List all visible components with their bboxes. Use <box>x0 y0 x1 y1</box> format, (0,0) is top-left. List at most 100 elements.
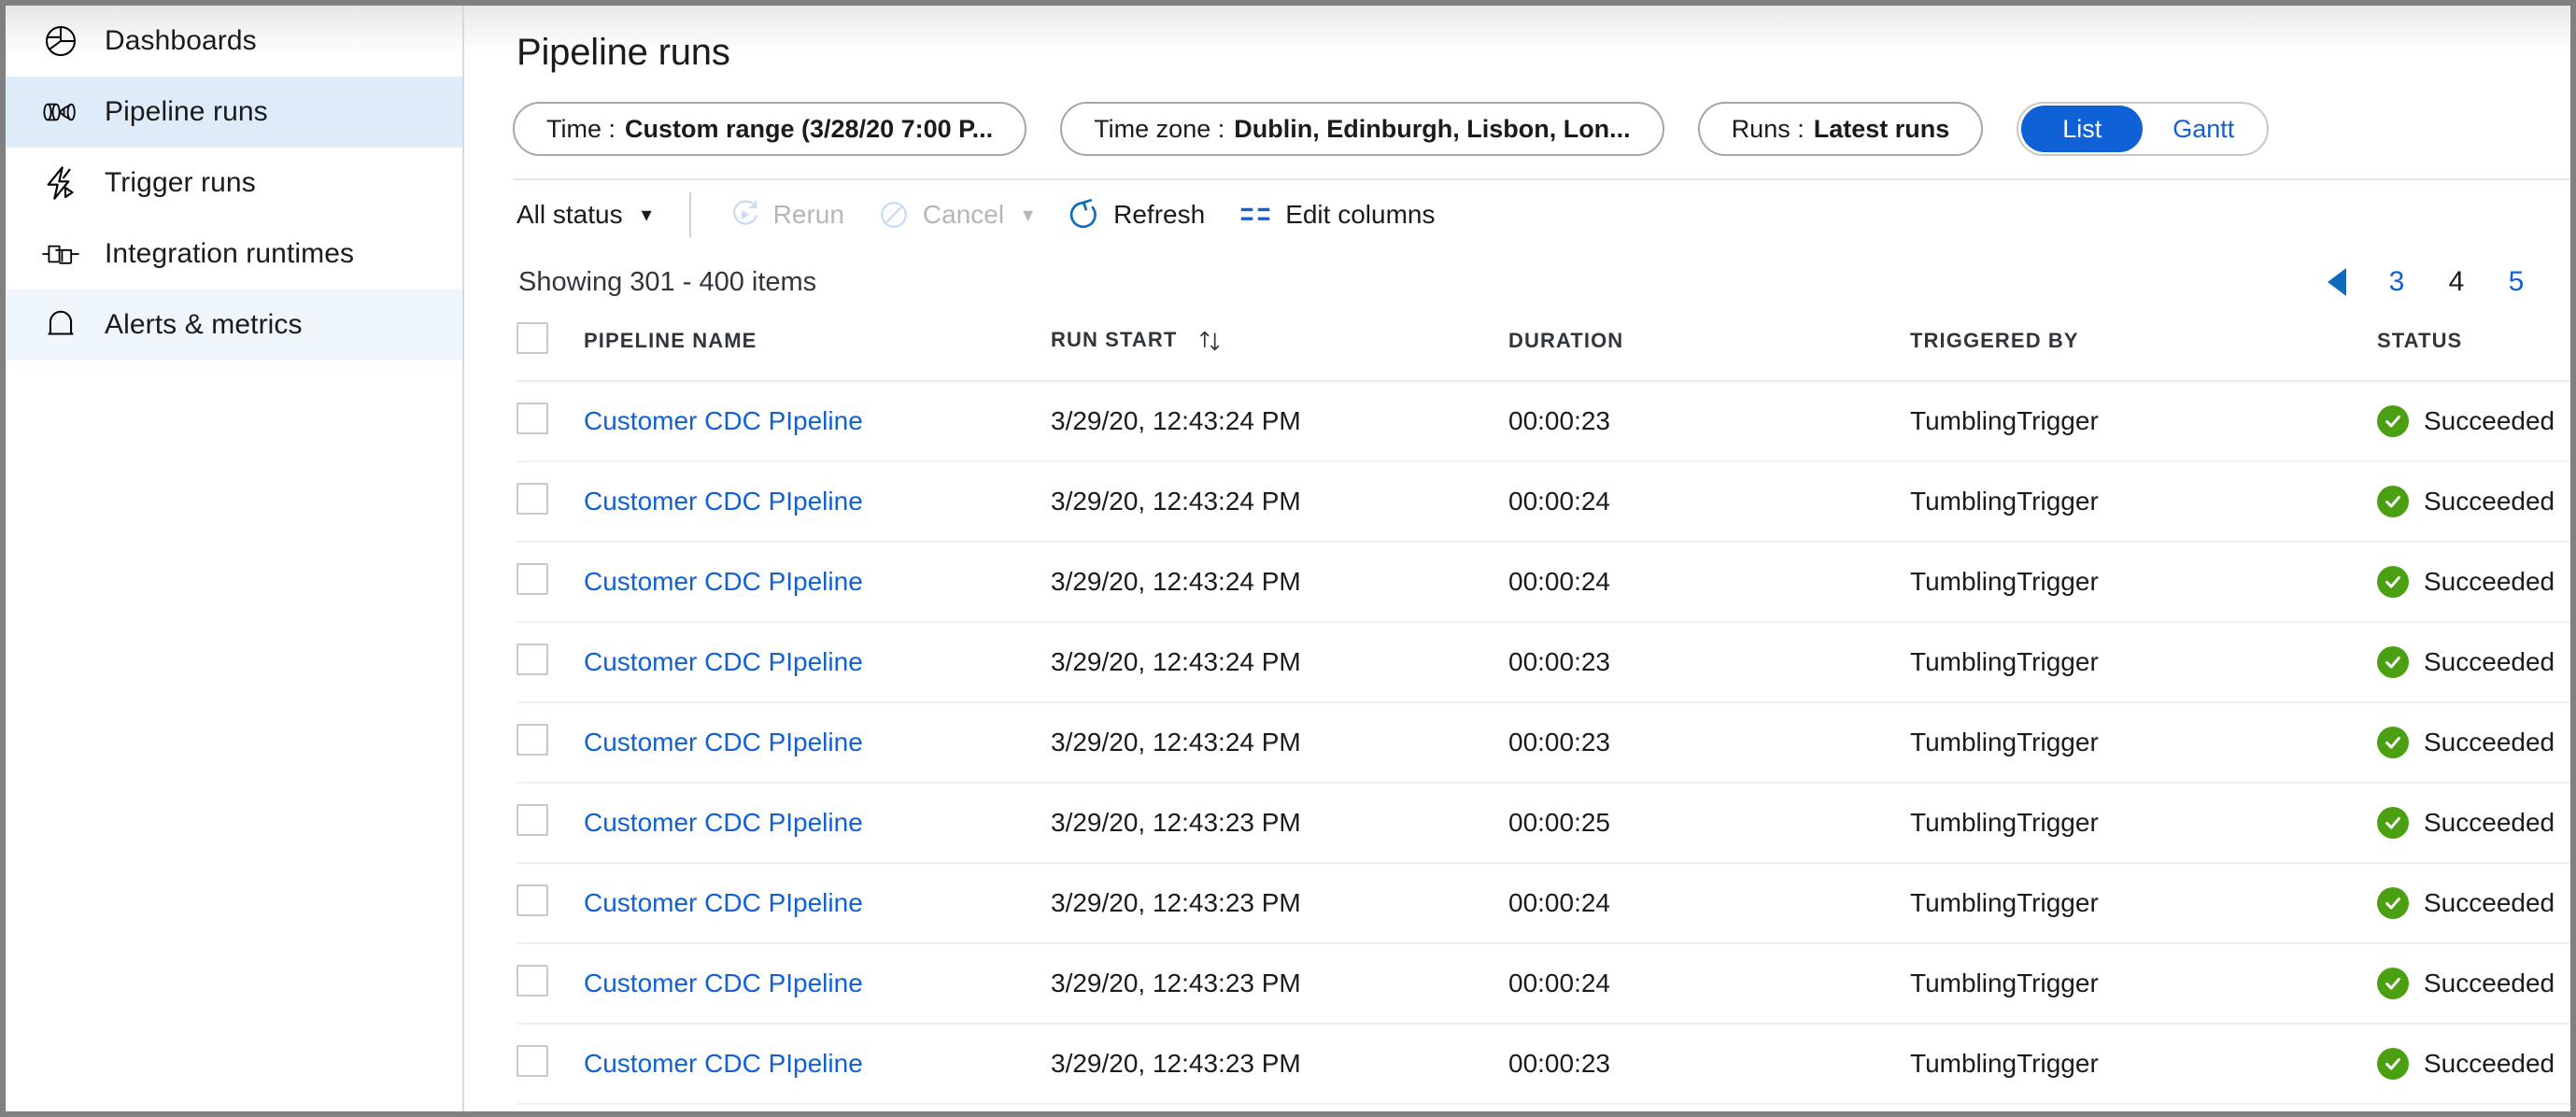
table-row[interactable]: Customer CDC PIpeline 3/29/20, 12:43:23 P… <box>517 783 2570 864</box>
row-checkbox[interactable] <box>517 402 548 434</box>
cell-pipeline-name: Customer CDC PIpeline <box>584 381 1051 462</box>
rerun-label: Rerun <box>772 200 844 229</box>
time-zone-filter-key: Time zone : <box>1094 114 1225 143</box>
pipeline-name-link[interactable]: Customer CDC PIpeline <box>584 487 863 516</box>
cell-status: Succeeded <box>2377 863 2570 944</box>
chevron-left-icon[interactable] <box>2328 268 2346 296</box>
integration-runtime-icon <box>41 234 80 274</box>
column-header-status[interactable]: STATUS <box>2377 311 2570 382</box>
cell-triggered-by: TumblingTrigger <box>1910 943 2377 1025</box>
cell-duration: 00:00:24 <box>1508 542 1910 623</box>
column-header-run-start-label: RUN START <box>1051 327 1178 351</box>
row-select-cell <box>517 863 584 944</box>
sidebar-item-label: Integration runtimes <box>105 238 355 269</box>
view-toggle-list[interactable]: List <box>2021 106 2144 152</box>
sidebar-item-dashboards[interactable]: Dashboards <box>6 6 462 77</box>
row-checkbox[interactable] <box>517 723 548 756</box>
table-row[interactable]: Customer CDC PIpeline 3/29/20, 12:43:24 P… <box>517 461 2570 543</box>
cell-run-start: 3/29/20, 12:43:23 PM <box>1051 863 1508 944</box>
row-select-cell <box>517 943 584 1025</box>
table-body: Customer CDC PIpeline 3/29/20, 12:43:24 P… <box>517 381 2570 1111</box>
row-select-cell <box>517 542 584 623</box>
row-checkbox[interactable] <box>517 1044 548 1077</box>
pipeline-name-link[interactable]: Customer CDC PIpeline <box>584 647 863 676</box>
cell-triggered-by: TumblingTrigger <box>1910 622 2377 703</box>
status-label: Succeeded <box>2424 647 2555 676</box>
cell-triggered-by: TumblingTrigger <box>1910 542 2377 623</box>
success-check-icon <box>2377 405 2409 437</box>
row-checkbox[interactable] <box>517 643 548 675</box>
all-status-dropdown[interactable]: All status ▾ <box>517 189 669 241</box>
select-all-checkbox[interactable] <box>517 322 548 354</box>
sidebar-item-alerts-metrics[interactable]: Alerts & metrics <box>6 290 462 361</box>
rerun-button: Rerun <box>712 189 861 241</box>
chevron-down-icon: ▾ <box>641 203 652 226</box>
pipeline-name-link[interactable]: Customer CDC PIpeline <box>584 888 863 917</box>
column-header-pipeline-name[interactable]: PIPELINE NAME <box>584 311 1051 382</box>
filter-bar: Time : Custom range (3/28/20 7:00 P... T… <box>464 74 2570 156</box>
page-number-5[interactable]: 5 <box>2507 266 2526 298</box>
page-number-4: 4 <box>2448 266 2465 297</box>
sidebar-item-pipeline-runs[interactable]: Pipeline runs <box>6 77 462 148</box>
toolbar-divider <box>688 192 691 237</box>
pipeline-name-link[interactable]: Customer CDC PIpeline <box>584 567 863 596</box>
sidebar-item-label: Trigger runs <box>105 167 256 198</box>
row-checkbox[interactable] <box>517 562 548 595</box>
view-toggle-gantt[interactable]: Gantt <box>2143 106 2264 152</box>
cell-triggered-by: TumblingTrigger <box>1910 783 2377 864</box>
column-header-duration[interactable]: DURATION <box>1508 311 1910 382</box>
cell-status: Succeeded <box>2377 542 2570 623</box>
row-checkbox[interactable] <box>517 803 548 836</box>
status-label: Succeeded <box>2424 808 2555 837</box>
pipeline-name-link[interactable]: Customer CDC PIpeline <box>584 808 863 837</box>
status-label: Succeeded <box>2424 487 2555 516</box>
time-zone-filter-pill[interactable]: Time zone : Dublin, Edinburgh, Lisbon, L… <box>1060 102 1664 156</box>
cell-status: Succeeded <box>2377 1104 2570 1111</box>
cell-run-start: 3/29/20, 12:43:24 PM <box>1051 381 1508 462</box>
sidebar-item-integration-runtimes[interactable]: Integration runtimes <box>6 219 462 290</box>
edit-columns-label: Edit columns <box>1285 200 1436 229</box>
row-checkbox[interactable] <box>517 482 548 515</box>
pipeline-runs-window: Dashboards Pipeline runs Trigger runs In… <box>0 0 2576 1117</box>
edit-columns-icon <box>1238 201 1272 229</box>
table-row[interactable]: Customer CDC PIpeline 3/29/20, 12:43:24 P… <box>517 702 2570 784</box>
cell-pipeline-name: Customer CDC PIpeline <box>584 622 1051 703</box>
page-number-3[interactable]: 3 <box>2387 266 2406 298</box>
pipeline-name-link[interactable]: Customer CDC PIpeline <box>584 969 863 997</box>
time-filter-pill[interactable]: Time : Custom range (3/28/20 7:00 P... <box>513 102 1027 156</box>
row-select-cell <box>517 1024 584 1105</box>
sidebar-item-trigger-runs[interactable]: Trigger runs <box>6 148 462 219</box>
table-row[interactable]: Customer CDC PIpeline 3/29/20, 12:43:23 P… <box>517 943 2570 1025</box>
table-row[interactable]: Customer CDC PIpeline 3/29/20, 12:43:23 P… <box>517 863 2570 944</box>
runs-filter-pill[interactable]: Runs : Latest runs <box>1697 102 1984 156</box>
cell-triggered-by: TumblingTrigger <box>1910 461 2377 543</box>
cell-duration: 00:00:23 <box>1508 622 1910 703</box>
table-row[interactable]: Customer CDC PIpeline 3/29/20, 12:43:23 P… <box>517 1024 2570 1105</box>
success-check-icon <box>2377 968 2409 999</box>
cell-pipeline-name: Customer CDC PIpeline <box>584 461 1051 543</box>
pipeline-name-link[interactable]: Customer CDC PIpeline <box>584 1049 863 1078</box>
cancel-button: Cancel ▾ <box>861 189 1050 241</box>
column-header-triggered-by[interactable]: TRIGGERED BY <box>1910 311 2377 382</box>
row-checkbox[interactable] <box>517 884 548 916</box>
status-label: Succeeded <box>2424 728 2555 756</box>
row-checkbox[interactable] <box>517 964 548 997</box>
cell-pipeline-name: Customer CDC PIpeline <box>584 863 1051 944</box>
all-status-label: All status <box>517 200 623 229</box>
time-zone-filter-value: Dublin, Edinburgh, Lisbon, Lon... <box>1234 114 1631 143</box>
table-row[interactable]: Customer CDC PIpeline 3/29/20, 12:43:24 P… <box>517 622 2570 703</box>
pipeline-name-link[interactable]: Customer CDC PIpeline <box>584 728 863 756</box>
table-row[interactable]: Customer CDC PIpeline 3/29/20, 12:43:24 P… <box>517 381 2570 462</box>
table-row[interactable]: Customer CDC PIpeline3/29/20, 12:43:22 P… <box>517 1104 2570 1111</box>
list-info-row: Showing 301 - 400 items 3 4 5 <box>464 249 2570 311</box>
refresh-button[interactable]: Refresh <box>1050 189 1222 241</box>
column-header-run-start[interactable]: RUN START <box>1051 311 1508 382</box>
table-row[interactable]: Customer CDC PIpeline 3/29/20, 12:43:24 P… <box>517 542 2570 623</box>
runs-filter-key: Runs : <box>1731 114 1805 143</box>
runs-filter-value: Latest runs <box>1813 114 1950 143</box>
pipeline-name-link[interactable]: Customer CDC PIpeline <box>584 406 863 435</box>
edit-columns-button[interactable]: Edit columns <box>1222 189 1451 241</box>
row-select-cell <box>517 622 584 703</box>
time-filter-key: Time : <box>546 114 616 143</box>
pie-chart-icon <box>41 21 80 61</box>
